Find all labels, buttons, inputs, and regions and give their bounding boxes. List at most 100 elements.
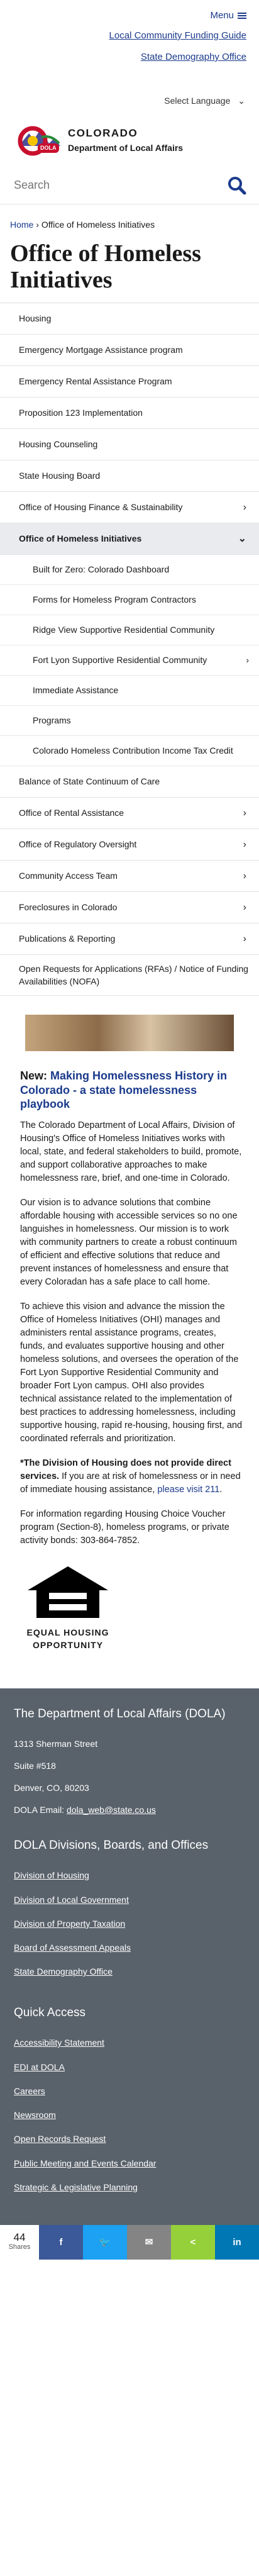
footer-link[interactable]: Newsroom xyxy=(14,2110,56,2120)
breadcrumb-home-link[interactable]: Home xyxy=(10,220,33,230)
footer-address: 1313 Sherman Street Suite #518 Denver, C… xyxy=(14,1733,245,1821)
nav-item[interactable]: Emergency Rental Assistance Program xyxy=(0,366,259,398)
footer-link[interactable]: Division of Property Taxation xyxy=(14,1919,125,1929)
nav-item-label: Emergency Mortgage Assistance program xyxy=(19,345,183,355)
chevron-right-icon[interactable]: › xyxy=(243,806,249,820)
site-logo[interactable]: DOLA COLORADO Department of Local Affair… xyxy=(0,113,259,167)
language-label: Select Language xyxy=(164,96,231,106)
subnav-item-label: Built for Zero: Colorado Dashboard xyxy=(33,564,170,575)
mission-paragraph: To achieve this vision and advance the m… xyxy=(20,1302,243,1444)
twitter-share-button[interactable]: 🐦 xyxy=(83,2225,127,2260)
state-demography-link[interactable]: State Demography Office xyxy=(141,50,246,64)
share-bar: 44 Shares f 🐦 ✉ < in xyxy=(0,2225,259,2260)
intro-paragraph: The Colorado Department of Local Affairs… xyxy=(20,1120,242,1184)
footer-link[interactable]: Accessibility Statement xyxy=(14,2038,104,2048)
playbook-link[interactable]: Making Homelessness History in Colorado … xyxy=(20,1069,227,1110)
eho-line1: EQUAL HOUSING xyxy=(26,1627,109,1638)
voucher-info-paragraph: For information regarding Housing Choice… xyxy=(20,1509,229,1546)
equal-housing-logo: EQUAL HOUSING OPPORTUNITY xyxy=(24,1565,112,1651)
footer-link[interactable]: Strategic & Legislative Planning xyxy=(14,2182,138,2192)
divisions-links: Division of Housing Division of Local Gov… xyxy=(14,1864,245,1984)
subnav-item-label: Ridge View Supportive Residential Commun… xyxy=(33,625,215,635)
menu-button[interactable]: Menu xyxy=(210,9,246,23)
footer-link[interactable]: EDI at DOLA xyxy=(14,2062,65,2072)
subnav-item-label: Programs xyxy=(33,715,71,726)
chevron-right-icon[interactable]: › xyxy=(243,900,249,915)
footer-quick-title: Quick Access xyxy=(14,2005,86,2019)
subnav-item[interactable]: Ridge View Supportive Residential Commun… xyxy=(0,615,259,645)
top-header: Menu Local Community Funding Guide State… xyxy=(0,0,259,113)
nav-item[interactable]: Emergency Mortgage Assistance program xyxy=(0,335,259,366)
nav-item[interactable]: Housing xyxy=(0,303,259,335)
vision-paragraph: Our vision is to advance solutions that … xyxy=(20,1198,238,1288)
chevron-right-icon[interactable]: › xyxy=(243,500,249,515)
footer-dept-title: The Department of Local Affairs (DOLA) xyxy=(14,1707,226,1720)
hero-image xyxy=(25,1015,234,1052)
nav-item-label: Balance of State Continuum of Care xyxy=(19,776,160,787)
subnav-item[interactable]: Programs xyxy=(0,706,259,736)
nav-item[interactable]: Housing Counseling xyxy=(0,429,259,460)
nav-item[interactable]: Office of Rental Assistance › xyxy=(0,798,259,829)
chevron-down-icon[interactable]: ⌄ xyxy=(238,532,249,546)
email-icon: ✉ xyxy=(145,2236,153,2248)
facebook-share-button[interactable]: f xyxy=(39,2225,83,2260)
breadcrumb-current: Office of Homeless Initiatives xyxy=(41,220,155,230)
chevron-right-icon[interactable]: › xyxy=(246,654,249,666)
logo-department-text: Department of Local Affairs xyxy=(68,142,184,153)
nav-item-label: Office of Homeless Initiatives xyxy=(19,533,142,544)
language-select[interactable]: Select Language ⌄ xyxy=(164,94,245,107)
new-prefix: New: xyxy=(20,1069,51,1083)
chevron-right-icon[interactable]: › xyxy=(243,837,249,852)
email-share-button[interactable]: ✉ xyxy=(127,2225,171,2260)
footer-link[interactable]: State Demography Office xyxy=(14,1966,113,1977)
equal-housing-icon xyxy=(28,1566,108,1619)
nav-item[interactable]: Office of Homeless Initiatives ⌄ xyxy=(0,523,259,555)
nav-item[interactable]: Community Access Team › xyxy=(0,861,259,892)
footer-link[interactable]: Division of Housing xyxy=(14,1870,89,1880)
footer-link[interactable]: Open Records Request xyxy=(14,2134,106,2144)
subnav-item[interactable]: Built for Zero: Colorado Dashboard xyxy=(0,555,259,585)
footer-link[interactable]: Public Meeting and Events Calendar xyxy=(14,2158,156,2168)
search-icon[interactable] xyxy=(228,176,246,195)
subnav-item-label: Forms for Homeless Program Contractors xyxy=(33,594,196,605)
search-bar xyxy=(0,167,259,204)
nav-item[interactable]: Foreclosures in Colorado › xyxy=(0,892,259,923)
nav-item[interactable]: Publications & Reporting › xyxy=(0,923,259,955)
visit-211-link[interactable]: please visit 211 xyxy=(157,1485,219,1495)
linkedin-share-button[interactable]: in xyxy=(215,2225,259,2260)
subnav-item[interactable]: Fort Lyon Supportive Residential Communi… xyxy=(0,645,259,676)
dola-badge: DOLA xyxy=(38,143,59,153)
subnav-item[interactable]: Forms for Homeless Program Contractors xyxy=(0,585,259,615)
share-count-number: 44 xyxy=(13,2231,26,2244)
footer-link[interactable]: Division of Local Government xyxy=(14,1895,129,1905)
chevron-right-icon[interactable]: › xyxy=(243,932,249,946)
email-label: DOLA Email: xyxy=(14,1804,67,1815)
direct-services-paragraph: *The Division of Housing does not provid… xyxy=(20,1457,243,1497)
nav-item-label: Emergency Rental Assistance Program xyxy=(19,376,172,387)
nav-item[interactable]: Balance of State Continuum of Care xyxy=(0,766,259,798)
hamburger-icon xyxy=(238,11,246,20)
subnav-item[interactable]: Immediate Assistance xyxy=(0,676,259,706)
logo-colorado-text: COLORADO xyxy=(68,127,138,140)
search-input[interactable] xyxy=(14,179,202,192)
footer-link[interactable]: Careers xyxy=(14,2086,45,2096)
nav-item[interactable]: Proposition 123 Implementation xyxy=(0,398,259,429)
chevron-down-icon: ⌄ xyxy=(238,96,245,106)
subnav-item[interactable]: Colorado Homeless Contribution Income Ta… xyxy=(0,736,259,766)
nav-item-label: Office of Housing Finance & Sustainabili… xyxy=(19,502,183,513)
email-link[interactable]: dola_web@state.co.us xyxy=(67,1805,156,1815)
nav-item[interactable]: State Housing Board xyxy=(0,460,259,492)
local-funding-guide-link[interactable]: Local Community Funding Guide xyxy=(109,29,246,43)
footer-link[interactable]: Board of Assessment Appeals xyxy=(14,1943,131,1953)
nav-item[interactable]: Open Requests for Applications (RFAs) / … xyxy=(0,955,259,996)
chevron-right-icon[interactable]: › xyxy=(243,869,249,883)
address-line3: Denver, CO, 80203 xyxy=(14,1782,89,1793)
sharethis-share-button[interactable]: < xyxy=(171,2225,215,2260)
subnav-item-label: Immediate Assistance xyxy=(33,685,119,696)
linkedin-icon: in xyxy=(233,2236,241,2248)
twitter-icon: 🐦 xyxy=(99,2236,111,2248)
breadcrumb-separator: › xyxy=(36,220,39,230)
nav-item[interactable]: Office of Housing Finance & Sustainabili… xyxy=(0,492,259,523)
nav-item-label: Housing Counseling xyxy=(19,439,98,450)
nav-item[interactable]: Office of Regulatory Oversight › xyxy=(0,829,259,861)
